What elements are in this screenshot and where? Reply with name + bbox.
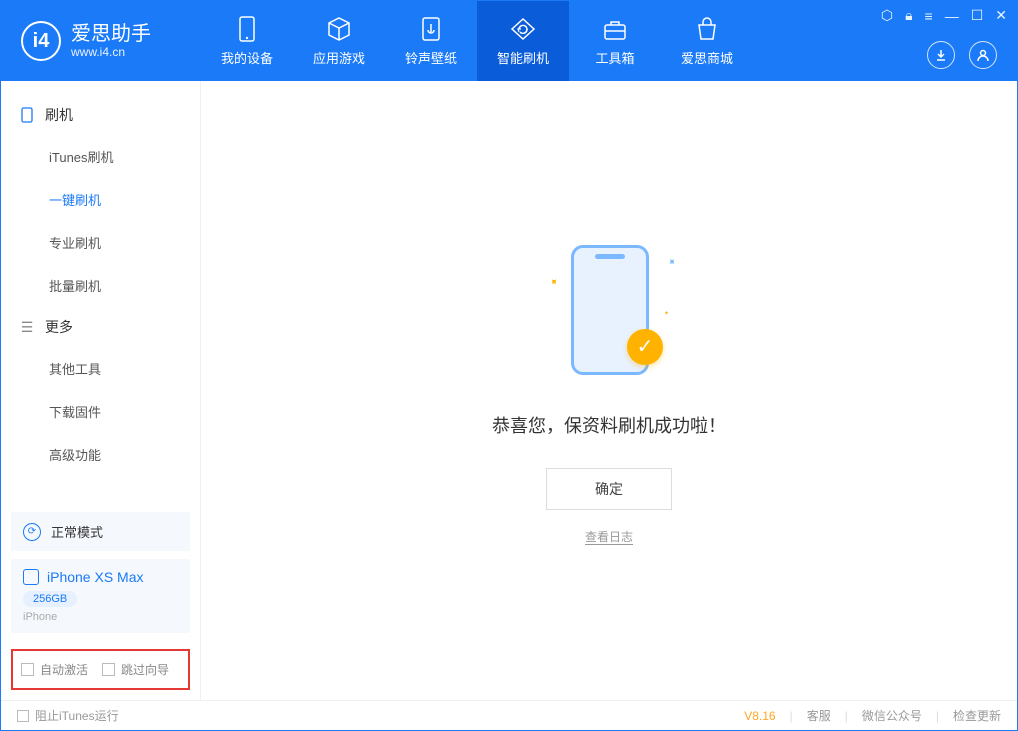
sidebar-item-advanced[interactable]: 高级功能 bbox=[1, 433, 200, 476]
option-label: 跳过向导 bbox=[121, 661, 169, 678]
device-name-row: iPhone XS Max bbox=[23, 569, 178, 585]
sparkle-icon: ✦ bbox=[664, 255, 678, 269]
tab-label: 智能刷机 bbox=[497, 48, 549, 67]
sidebar-item-download-firmware[interactable]: 下载固件 bbox=[1, 390, 200, 433]
phone-icon bbox=[19, 107, 35, 123]
shop-icon bbox=[694, 16, 720, 42]
tab-label: 铃声壁纸 bbox=[405, 48, 457, 67]
wechat-link[interactable]: 微信公众号 bbox=[862, 707, 922, 724]
footer-option-label: 阻止iTunes运行 bbox=[35, 707, 119, 724]
checkbox-auto-activate[interactable]: 自动激活 bbox=[21, 661, 88, 678]
mode-label: 正常模式 bbox=[51, 522, 103, 541]
sidebar-section-more[interactable]: ☰ 更多 bbox=[1, 307, 200, 347]
view-log-link[interactable]: 查看日志 bbox=[585, 528, 633, 545]
device-icon bbox=[234, 16, 260, 42]
sidebar-item-other-tools[interactable]: 其他工具 bbox=[1, 347, 200, 390]
footer: 阻止iTunes运行 V8.16 | 客服 | 微信公众号 | 检查更新 bbox=[1, 700, 1017, 730]
tab-shop[interactable]: 爱思商城 bbox=[661, 1, 753, 81]
sidebar-item-one-click-flash[interactable]: 一键刷机 bbox=[1, 178, 200, 221]
tab-label: 工具箱 bbox=[595, 48, 634, 67]
tab-flash[interactable]: 智能刷机 bbox=[477, 1, 569, 81]
section-title: 更多 bbox=[45, 317, 73, 337]
check-update-link[interactable]: 检查更新 bbox=[953, 707, 1001, 724]
tab-label: 我的设备 bbox=[221, 48, 273, 67]
device-name: iPhone XS Max bbox=[47, 569, 144, 585]
lock-icon[interactable]: 🔒︎ bbox=[905, 7, 912, 24]
sidebar-section-flash[interactable]: 刷机 bbox=[1, 95, 200, 135]
separator: | bbox=[936, 709, 939, 723]
refresh-icon bbox=[510, 16, 536, 42]
shirt-icon[interactable]: ⬡ bbox=[881, 7, 893, 24]
app-body: 刷机 iTunes刷机 一键刷机 专业刷机 批量刷机 ☰ 更多 其他工具 下载固… bbox=[1, 81, 1017, 700]
music-icon bbox=[418, 16, 444, 42]
list-icon: ☰ bbox=[19, 319, 35, 335]
sidebar-item-pro-flash[interactable]: 专业刷机 bbox=[1, 221, 200, 264]
main-content: ✓ ✦ ✦ ✦ 恭喜您，保资料刷机成功啦！ 确定 查看日志 bbox=[201, 81, 1017, 700]
logo-text: 爱思助手 www.i4.cn bbox=[71, 23, 151, 59]
toolbox-icon bbox=[602, 16, 628, 42]
support-link[interactable]: 客服 bbox=[807, 707, 831, 724]
device-mode-box[interactable]: ⟳ 正常模式 bbox=[11, 512, 190, 551]
app-url: www.i4.cn bbox=[71, 45, 151, 59]
checkbox-icon bbox=[21, 663, 34, 676]
phone-outline-icon bbox=[23, 569, 39, 585]
checkbox-skip-guide[interactable]: 跳过向导 bbox=[102, 661, 169, 678]
sidebar-item-batch-flash[interactable]: 批量刷机 bbox=[1, 264, 200, 307]
tab-label: 爱思商城 bbox=[681, 48, 733, 67]
header-right-buttons bbox=[927, 41, 997, 69]
separator: | bbox=[790, 709, 793, 723]
sparkle-icon: ✦ bbox=[546, 275, 560, 289]
device-detail-box[interactable]: iPhone XS Max 256GB iPhone bbox=[11, 559, 190, 633]
separator: | bbox=[845, 709, 848, 723]
success-illustration: ✓ ✦ ✦ ✦ bbox=[549, 237, 669, 387]
sparkle-icon: ✦ bbox=[664, 310, 669, 317]
footer-right: V8.16 | 客服 | 微信公众号 | 检查更新 bbox=[744, 707, 1001, 724]
mode-icon: ⟳ bbox=[23, 523, 41, 541]
close-icon[interactable]: ✕ bbox=[995, 7, 1007, 24]
option-label: 自动激活 bbox=[40, 661, 88, 678]
success-message: 恭喜您，保资料刷机成功啦！ bbox=[492, 412, 726, 438]
app-header: i4 爱思助手 www.i4.cn 我的设备 应用游戏 铃声壁纸 智能刷机 工具… bbox=[1, 1, 1017, 81]
storage-badge: 256GB bbox=[23, 591, 77, 607]
section-title: 刷机 bbox=[45, 105, 73, 125]
minimize-icon[interactable]: — bbox=[945, 8, 959, 24]
tab-my-device[interactable]: 我的设备 bbox=[201, 1, 293, 81]
tab-apps-games[interactable]: 应用游戏 bbox=[293, 1, 385, 81]
logo-area: i4 爱思助手 www.i4.cn bbox=[1, 21, 201, 61]
user-button[interactable] bbox=[969, 41, 997, 69]
menu-icon[interactable]: ≡ bbox=[925, 8, 933, 24]
options-row: 自动激活 跳过向导 bbox=[11, 649, 190, 690]
ok-button[interactable]: 确定 bbox=[546, 468, 672, 510]
device-type: iPhone bbox=[23, 611, 178, 623]
window-controls: ⬡ 🔒︎ ≡ — ☐ ✕ bbox=[881, 7, 1007, 24]
logo-icon: i4 bbox=[21, 21, 61, 61]
app-name: 爱思助手 bbox=[71, 23, 151, 45]
tab-label: 应用游戏 bbox=[313, 48, 365, 67]
sidebar: 刷机 iTunes刷机 一键刷机 专业刷机 批量刷机 ☰ 更多 其他工具 下载固… bbox=[1, 81, 201, 700]
checkbox-icon bbox=[102, 663, 115, 676]
tab-toolbox[interactable]: 工具箱 bbox=[569, 1, 661, 81]
version-label: V8.16 bbox=[744, 709, 775, 723]
download-button[interactable] bbox=[927, 41, 955, 69]
nav-tabs: 我的设备 应用游戏 铃声壁纸 智能刷机 工具箱 爱思商城 bbox=[201, 1, 753, 81]
sidebar-scroll: 刷机 iTunes刷机 一键刷机 专业刷机 批量刷机 ☰ 更多 其他工具 下载固… bbox=[1, 81, 200, 504]
checkbox-icon bbox=[17, 710, 29, 722]
sidebar-item-itunes-flash[interactable]: iTunes刷机 bbox=[1, 135, 200, 178]
checkbox-stop-itunes[interactable]: 阻止iTunes运行 bbox=[17, 707, 119, 724]
cube-icon bbox=[326, 16, 352, 42]
tab-ringtones[interactable]: 铃声壁纸 bbox=[385, 1, 477, 81]
checkmark-badge-icon: ✓ bbox=[627, 329, 663, 365]
maximize-icon[interactable]: ☐ bbox=[971, 7, 984, 24]
